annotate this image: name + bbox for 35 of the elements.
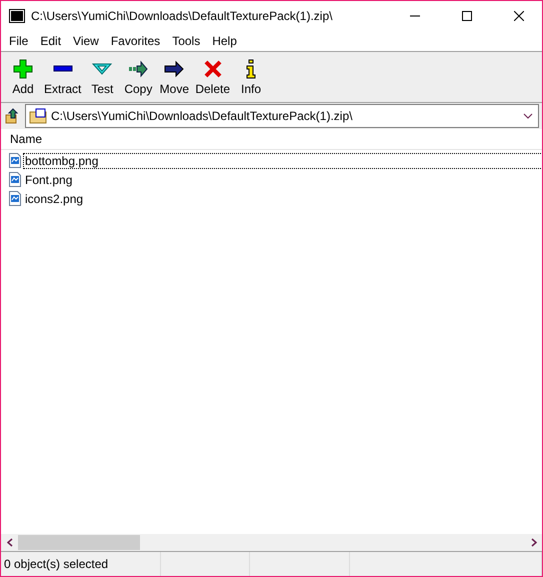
toolbar-button[interactable]: Info	[233, 58, 270, 96]
toolbar-button[interactable]: Add	[5, 58, 41, 96]
toolbar-button[interactable]: Delete	[192, 58, 234, 96]
arrow-right-icon	[128, 58, 148, 78]
menu-item[interactable]: Tools	[166, 34, 206, 48]
menu-item[interactable]: Favorites	[104, 34, 166, 48]
image-file-icon	[9, 172, 21, 187]
scrollbar-thumb[interactable]	[18, 535, 140, 550]
plus-icon	[13, 58, 33, 78]
file-name[interactable]: Font.png	[24, 172, 74, 186]
dropdown-caret-icon[interactable]	[523, 113, 533, 119]
app-logo-icon	[9, 9, 25, 23]
toolbar-button[interactable]: Move	[156, 58, 192, 96]
menu-item[interactable]: View	[67, 34, 105, 48]
toolbar-button[interactable]: Extract	[41, 58, 84, 96]
menu-item[interactable]: Help	[206, 34, 243, 48]
file-name[interactable]: icons2.png	[24, 192, 84, 206]
toolbar-button[interactable]: Copy	[120, 58, 156, 96]
chevron-right-icon	[530, 538, 536, 547]
maximize-icon	[462, 11, 472, 21]
menu-item[interactable]: Edit	[34, 34, 68, 48]
column-header[interactable]: Name	[10, 132, 42, 146]
address-field[interactable]: C:\Users\YumiChi\Downloads\DefaultTexturePack(1).zip\	[25, 104, 539, 128]
cross-icon	[202, 58, 223, 78]
status-text: 0 object(s) selected	[1, 552, 161, 576]
arrow-right-icon	[164, 58, 184, 78]
toolbar-button[interactable]: Test	[84, 58, 120, 96]
chevron-left-icon	[6, 538, 12, 547]
archive-folder-icon	[29, 108, 47, 124]
image-file-icon	[9, 191, 21, 206]
window-title: C:\Users\YumiChi\Downloads\DefaultTexturePack(1).zip\	[31, 9, 334, 23]
menu-item[interactable]: File	[3, 34, 34, 48]
file-name[interactable]: bottombg.png	[24, 154, 542, 168]
image-file-icon	[9, 153, 21, 168]
close-icon	[514, 11, 524, 21]
